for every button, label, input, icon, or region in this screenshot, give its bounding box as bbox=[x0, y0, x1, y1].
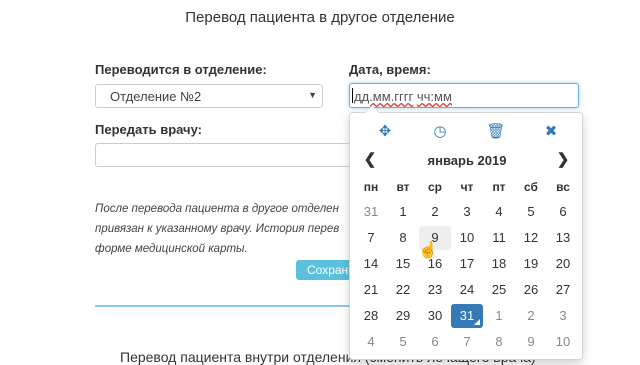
day-cell[interactable]: 2 bbox=[515, 304, 547, 328]
day-cell[interactable]: 28 bbox=[355, 304, 387, 328]
day-cell[interactable]: 6 bbox=[419, 330, 451, 354]
weekday-header: пн bbox=[363, 180, 379, 194]
department-label: Переводится в отделение: bbox=[95, 62, 267, 77]
day-cell[interactable]: 19 bbox=[515, 252, 547, 276]
trash-icon[interactable]: 🗑 bbox=[481, 121, 511, 143]
day-cell[interactable]: 7 bbox=[451, 330, 483, 354]
day-cell[interactable]: 4 bbox=[355, 330, 387, 354]
datetime-label: Дата, время: bbox=[349, 62, 431, 77]
day-cell[interactable]: 8 bbox=[483, 330, 515, 354]
day-cell[interactable]: 23 bbox=[419, 278, 451, 302]
datetime-placeholder: дд.мм.гггг чч:мм bbox=[354, 89, 452, 104]
clock-icon[interactable]: ◷ bbox=[425, 121, 455, 143]
day-cell[interactable]: 3 bbox=[451, 200, 483, 224]
day-cell[interactable]: 24 bbox=[451, 278, 483, 302]
day-cell[interactable]: 2 bbox=[419, 200, 451, 224]
day-cell[interactable]: 1 bbox=[483, 304, 515, 328]
day-cell[interactable]: 5 bbox=[387, 330, 419, 354]
weekday-header: сб bbox=[524, 180, 538, 194]
day-cell[interactable]: 9 bbox=[515, 330, 547, 354]
doctor-input[interactable] bbox=[95, 143, 355, 167]
info-line: привязан к указанному врачу. История пер… bbox=[95, 223, 340, 235]
day-cell[interactable]: 27 bbox=[547, 278, 579, 302]
dropdown-arrow-icon: ▼ bbox=[308, 90, 317, 100]
department-select-value: Отделение №2 bbox=[110, 89, 202, 104]
move-icon[interactable]: ✥ bbox=[370, 121, 400, 143]
weekday-header: чт bbox=[460, 180, 474, 194]
next-month-icon[interactable]: ❯ bbox=[551, 150, 575, 168]
datetime-placeholder-date: дд.мм.гггг bbox=[354, 89, 414, 104]
day-cell[interactable]: 25 bbox=[483, 278, 515, 302]
day-cell[interactable]: 14 bbox=[355, 252, 387, 276]
weekday-header: вт bbox=[396, 180, 410, 194]
day-cell[interactable]: 21 bbox=[355, 278, 387, 302]
close-icon[interactable]: ✖ bbox=[536, 121, 566, 143]
day-cell[interactable]: 11 bbox=[483, 226, 515, 250]
day-cell[interactable]: 15 bbox=[387, 252, 419, 276]
datetime-input[interactable]: дд.мм.гггг чч:мм bbox=[349, 83, 579, 108]
info-line: После перевода пациента в другое отделен bbox=[95, 203, 339, 215]
section-divider bbox=[95, 305, 357, 307]
day-cell[interactable]: 12 bbox=[515, 226, 547, 250]
day-cell[interactable]: 5 bbox=[515, 200, 547, 224]
day-cell[interactable]: 7 bbox=[355, 226, 387, 250]
weekday-header: пт bbox=[492, 180, 506, 194]
page-title: Перевод пациента в другое отделение bbox=[185, 9, 455, 26]
day-cell[interactable]: 3 bbox=[547, 304, 579, 328]
day-cell[interactable]: 10 bbox=[451, 226, 483, 250]
day-cell[interactable]: 4 bbox=[483, 200, 515, 224]
day-cell[interactable]: 31 bbox=[355, 200, 387, 224]
day-cell[interactable]: 20 bbox=[547, 252, 579, 276]
month-year-label[interactable]: январь 2019 bbox=[350, 153, 584, 168]
weekday-header: вс bbox=[556, 180, 570, 194]
day-cell[interactable]: 10 bbox=[547, 330, 579, 354]
datetime-placeholder-time: чч:мм bbox=[416, 89, 452, 104]
day-cell[interactable]: 17 bbox=[451, 252, 483, 276]
day-cell[interactable]: 26 bbox=[515, 278, 547, 302]
datetime-picker: ✥ ◷ 🗑 ✖ ❮ январь 2019 ❯ пн вт ср чт пт сб вс 31… bbox=[349, 105, 584, 360]
day-cell[interactable]: 22 bbox=[387, 278, 419, 302]
info-line: форме медицинской карты. bbox=[95, 243, 248, 255]
day-cell[interactable]: 6 bbox=[547, 200, 579, 224]
text-cursor bbox=[352, 88, 353, 103]
day-cell[interactable]: 18 bbox=[483, 252, 515, 276]
info-text: После перевода пациента в другое отделен… bbox=[95, 199, 357, 259]
day-cell[interactable]: 30 bbox=[419, 304, 451, 328]
day-cell[interactable]: 29 bbox=[387, 304, 419, 328]
doctor-label: Передать врачу: bbox=[95, 122, 202, 137]
selected-day-cell[interactable]: 31 bbox=[451, 304, 483, 328]
mouse-pointer-icon: ☝ bbox=[418, 242, 438, 259]
department-select[interactable]: Отделение №2 ▼ bbox=[95, 84, 323, 108]
day-cell[interactable]: 13 bbox=[547, 226, 579, 250]
day-cell[interactable]: 1 bbox=[387, 200, 419, 224]
day-cell[interactable]: 8 bbox=[387, 226, 419, 250]
weekday-header: ср bbox=[427, 180, 442, 194]
